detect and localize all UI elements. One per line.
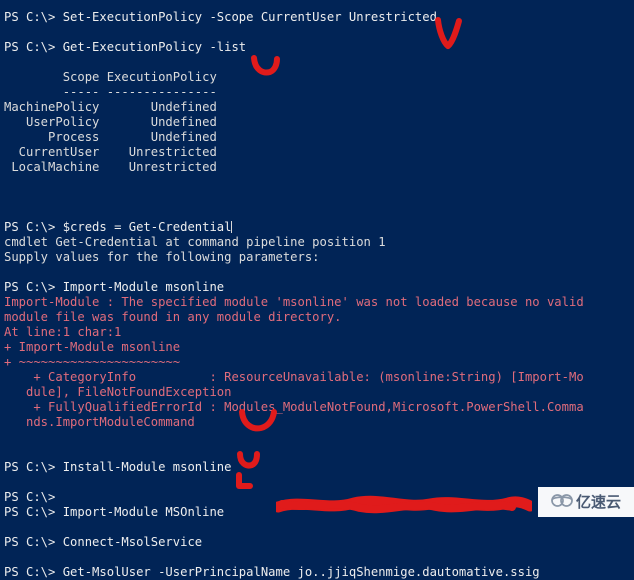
console-prompt: PS C:\> bbox=[4, 40, 63, 54]
console-command-line: PS C:\> Install-Module msonline bbox=[4, 460, 634, 475]
console-output-line: MachinePolicy Undefined bbox=[4, 100, 217, 114]
console-prompt: PS C:\> bbox=[4, 535, 63, 549]
console-command-line: PS C:\> Get-ExecutionPolicy -list bbox=[4, 40, 634, 55]
console-output-line: UserPolicy Undefined bbox=[4, 115, 217, 129]
console-command-line: PS C:\> $creds = Get-Credential bbox=[4, 220, 634, 235]
console-error-line: At line:1 char:1 bbox=[4, 325, 122, 339]
console-output-line: Supply values for the following paramete… bbox=[4, 250, 320, 264]
console-error-line: + ~~~~~~~~~~~~~~~~~~~~~~ bbox=[4, 355, 181, 369]
console-command-text: Install-Module msonline bbox=[62, 460, 232, 474]
console-prompt: PS C:\> bbox=[4, 565, 63, 579]
console-command-line: PS C:\> Set-ExecutionPolicy -Scope Curre… bbox=[4, 10, 634, 25]
console-prompt: PS C:\> bbox=[4, 220, 63, 234]
console-prompt: PS C:\> bbox=[4, 280, 63, 294]
watermark-text: 亿速云 bbox=[575, 492, 621, 511]
cloud-logo-icon bbox=[551, 493, 573, 512]
console-command-text: Set-ExecutionPolicy -Scope CurrentUser U… bbox=[62, 10, 437, 24]
console-prompt: PS C:\> bbox=[4, 10, 63, 24]
console-prompt: PS C:\> bbox=[4, 490, 63, 504]
console-command-text: Get-ExecutionPolicy -list bbox=[62, 40, 247, 54]
text-cursor bbox=[231, 221, 233, 233]
powershell-console[interactable]: PS C:\> Set-ExecutionPolicy -Scope Curre… bbox=[0, 0, 634, 579]
console-output-line: LocalMachine Unrestricted bbox=[4, 160, 217, 174]
console-error-line: + CategoryInfo : ResourceUnavailable: (m… bbox=[4, 370, 584, 384]
console-error-line: module file was found in any module dire… bbox=[4, 310, 342, 324]
console-command-text: Connect-MsolService bbox=[62, 535, 203, 549]
console-error-line: + FullyQualifiedErrorId : Modules_Module… bbox=[4, 400, 584, 414]
console-output-line: Process Undefined bbox=[4, 130, 217, 144]
console-output-line: cmdlet Get-Credential at command pipelin… bbox=[4, 235, 386, 249]
console-command-line: PS C:\> Get-MsolUser -UserPrincipalName … bbox=[4, 565, 634, 580]
console-error-line: + Import-Module msonline bbox=[4, 340, 181, 354]
console-command-line: PS C:\> Import-Module msonline bbox=[4, 280, 634, 295]
console-error-line: Import-Module : The specified module 'ms… bbox=[4, 295, 584, 309]
console-output-line: Scope ExecutionPolicy bbox=[4, 70, 217, 84]
console-command-line: PS C:\> Connect-MsolService bbox=[4, 535, 634, 550]
console-output-line: CurrentUser Unrestricted bbox=[4, 145, 217, 159]
console-command-text: Get-MsolUser -UserPrincipalName jo..jjiq… bbox=[62, 565, 540, 579]
console-prompt: PS C:\> bbox=[4, 460, 63, 474]
watermark: 亿速云 bbox=[538, 487, 634, 517]
console-command-text: $creds = Get-Credential bbox=[62, 220, 232, 234]
console-output-line: ----- --------------- bbox=[4, 85, 217, 99]
console-command-text: Import-Module msonline bbox=[62, 280, 225, 294]
console-error-line: dule], FileNotFoundException bbox=[4, 385, 232, 399]
console-error-line: nds.ImportModuleCommand bbox=[4, 415, 195, 429]
